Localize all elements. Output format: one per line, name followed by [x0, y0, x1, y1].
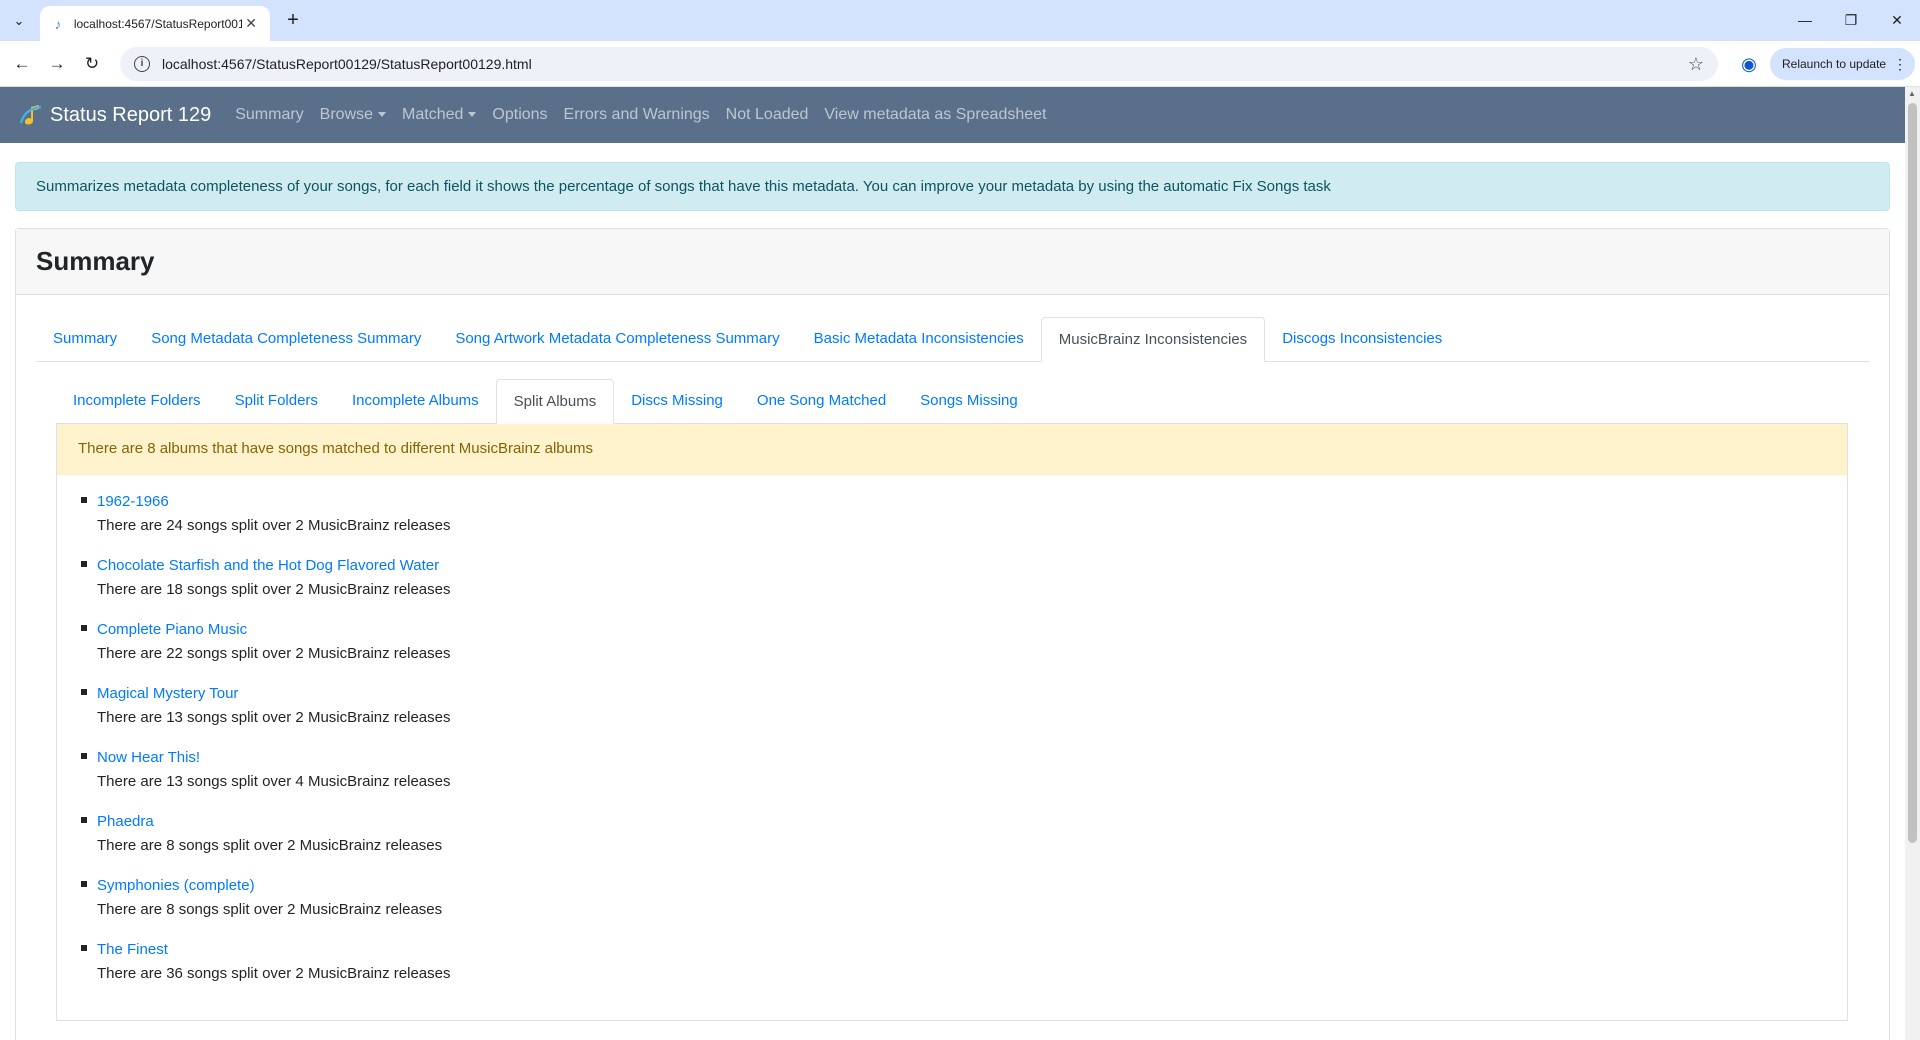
card-header: Summary: [16, 229, 1889, 295]
page-content: Status Report 129 Summary Browse Matched…: [0, 87, 1905, 1040]
album-link[interactable]: 1962-1966: [97, 490, 451, 514]
browser-tab[interactable]: ♪ localhost:4567/StatusReport0012 ✕: [40, 6, 270, 41]
browser-tabstrip: ⌄ ♪ localhost:4567/StatusReport0012 ✕ + …: [0, 0, 1920, 41]
bullet-icon: [81, 881, 87, 887]
album-description: There are 24 songs split over 2 MusicBra…: [97, 517, 451, 534]
site-info-icon[interactable]: i: [134, 56, 150, 72]
album-link[interactable]: Symphonies (complete): [97, 874, 451, 898]
bullet-icon: [81, 497, 87, 503]
back-icon[interactable]: ←: [9, 51, 35, 77]
album-description: There are 13 songs split over 2 MusicBra…: [97, 709, 451, 726]
bullet-icon: [81, 625, 87, 631]
restore-icon[interactable]: ❐: [1836, 8, 1866, 32]
profile-icon[interactable]: ◉: [1736, 51, 1762, 77]
album-description: There are 18 songs split over 2 MusicBra…: [97, 581, 451, 598]
album-description: There are 36 songs split over 2 MusicBra…: [97, 965, 451, 982]
tab-song-metadata-completeness[interactable]: Song Metadata Completeness Summary: [134, 317, 438, 361]
list-item: Phaedra There are 8 songs split over 2 Mu…: [81, 810, 451, 858]
close-window-icon[interactable]: ✕: [1882, 8, 1912, 32]
album-description: There are 22 songs split over 2 MusicBra…: [97, 645, 451, 662]
nav-browse-label: Browse: [319, 106, 374, 123]
album-link[interactable]: Now Hear This!: [97, 746, 451, 770]
album-link[interactable]: Magical Mystery Tour: [97, 682, 451, 706]
app-logo-icon: [19, 105, 42, 125]
menu-dots-icon[interactable]: ⋮: [1893, 48, 1907, 80]
nav-view-spreadsheet[interactable]: View metadata as Spreadsheet: [824, 106, 1046, 124]
caret-down-icon: [468, 112, 477, 118]
album-link[interactable]: Complete Piano Music: [97, 618, 451, 642]
subtab-split-albums[interactable]: Split Albums: [495, 379, 615, 424]
forward-icon[interactable]: →: [44, 51, 70, 77]
subtab-one-song-matched[interactable]: One Song Matched: [740, 379, 903, 423]
address-url[interactable]: localhost:4567/StatusReport00129/StatusR…: [162, 56, 532, 72]
browser-tab-title: localhost:4567/StatusReport0012: [73, 16, 243, 31]
album-description: There are 8 songs split over 2 MusicBrai…: [97, 837, 443, 854]
nav-summary[interactable]: Summary: [235, 106, 303, 124]
scroll-up-icon[interactable]: ▲: [1908, 89, 1916, 98]
new-tab-icon[interactable]: +: [280, 8, 306, 34]
nav-errors-warnings[interactable]: Errors and Warnings: [564, 106, 710, 124]
tab-discogs-inconsistencies[interactable]: Discogs Inconsistencies: [1265, 317, 1459, 361]
list-item: Symphonies (complete) There are 8 songs s…: [81, 874, 451, 922]
list-item: 1962-1966 There are 24 songs split over 2…: [81, 490, 451, 538]
list-item: Now Hear This! There are 13 songs split o…: [81, 746, 451, 794]
bookmark-star-icon[interactable]: ☆: [1688, 54, 1704, 75]
bullet-icon: [81, 561, 87, 567]
brand[interactable]: Status Report 129: [18, 102, 211, 128]
album-description: There are 13 songs split over 4 MusicBra…: [97, 773, 451, 790]
list-item: The Finest There are 36 songs split over …: [81, 938, 451, 986]
page-title: Summary: [36, 246, 155, 276]
sub-tabs: Incomplete Folders Split Folders Incompl…: [56, 379, 1848, 424]
subtab-songs-missing[interactable]: Songs Missing: [903, 379, 1035, 423]
split-albums-pane: There are 8 albums that have songs match…: [56, 424, 1848, 1021]
nav-browse-dropdown[interactable]: Browse: [319, 106, 387, 124]
bullet-icon: [81, 817, 87, 823]
summary-card: Summary Summary Song Metadata Completene…: [15, 228, 1890, 1040]
bullet-icon: [81, 945, 87, 951]
nav-matched-dropdown[interactable]: Matched: [402, 106, 477, 124]
tab-musicbrainz-inconsistencies[interactable]: MusicBrainz Inconsistencies: [1040, 317, 1266, 362]
relaunch-label: Relaunch to update: [1782, 57, 1887, 71]
tab-search-chevron-icon[interactable]: ⌄: [6, 8, 32, 34]
info-alert: Summarizes metadata completeness of your…: [15, 162, 1890, 211]
album-description: There are 8 songs split over 2 MusicBrai…: [97, 901, 443, 918]
subtab-split-folders[interactable]: Split Folders: [218, 379, 335, 423]
warning-alert: There are 8 albums that have songs match…: [57, 424, 1847, 475]
album-link[interactable]: Chocolate Starfish and the Hot Dog Flavo…: [97, 554, 451, 578]
list-item: Chocolate Starfish and the Hot Dog Flavo…: [81, 554, 451, 602]
browser-toolbar: ← → ↻ i localhost:4567/StatusReport00129…: [0, 41, 1920, 87]
nav-matched-label: Matched: [402, 106, 464, 123]
minimize-icon[interactable]: —: [1790, 8, 1820, 32]
tab-basic-metadata-inconsistencies[interactable]: Basic Metadata Inconsistencies: [797, 317, 1041, 361]
close-tab-icon[interactable]: ✕: [242, 15, 260, 32]
reload-icon[interactable]: ↻: [79, 51, 105, 77]
album-link[interactable]: The Finest: [97, 938, 451, 962]
nav-options[interactable]: Options: [492, 106, 547, 124]
main-tabs: Summary Song Metadata Completeness Summa…: [36, 317, 1870, 362]
subtab-incomplete-albums[interactable]: Incomplete Albums: [335, 379, 496, 423]
app-navbar: Status Report 129 Summary Browse Matched…: [0, 87, 1905, 143]
caret-down-icon: [378, 112, 387, 118]
bullet-icon: [81, 689, 87, 695]
tab-summary[interactable]: Summary: [36, 317, 134, 361]
music-note-icon: ♪: [54, 15, 62, 32]
relaunch-button[interactable]: Relaunch to update ⋮: [1770, 48, 1915, 80]
subtab-incomplete-folders[interactable]: Incomplete Folders: [56, 379, 218, 423]
tab-song-artwork-completeness[interactable]: Song Artwork Metadata Completeness Summa…: [438, 317, 796, 361]
brand-title: Status Report 129: [50, 103, 212, 126]
album-link[interactable]: Phaedra: [97, 810, 451, 834]
list-item: Magical Mystery Tour There are 13 songs s…: [81, 682, 451, 730]
scrollbar-thumb[interactable]: [1908, 103, 1917, 843]
bullet-icon: [81, 753, 87, 759]
address-bar[interactable]: i localhost:4567/StatusReport00129/Statu…: [120, 47, 1718, 81]
page-scrollbar[interactable]: ▲: [1905, 87, 1920, 1040]
nav-not-loaded[interactable]: Not Loaded: [726, 106, 809, 124]
subtab-discs-missing[interactable]: Discs Missing: [614, 379, 740, 423]
list-item: Complete Piano Music There are 22 songs s…: [81, 618, 451, 666]
album-list: 1962-1966 There are 24 songs split over 2…: [81, 490, 451, 1002]
